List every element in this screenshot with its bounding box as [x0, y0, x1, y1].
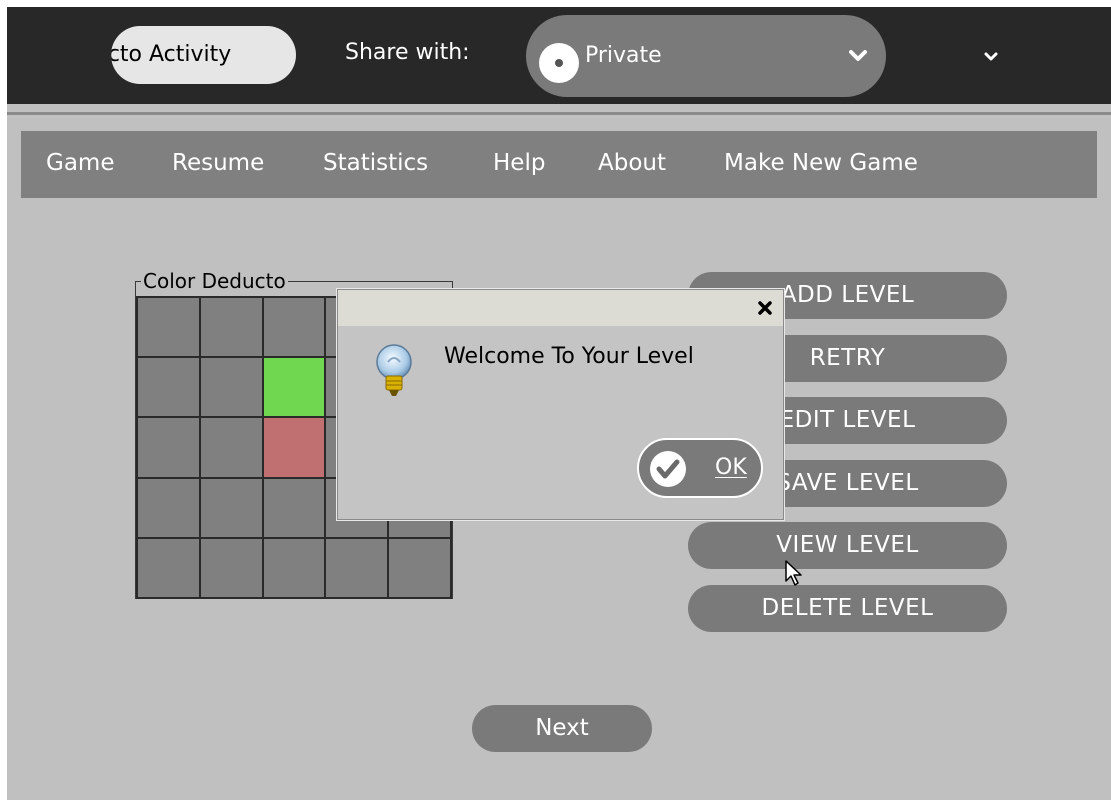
activity-toolbar: Color Deducto Activity Share with: Priva…	[7, 7, 1111, 104]
menu-bar: Game Resume Statistics Help About Make N…	[21, 131, 1097, 198]
share-with-dropdown[interactable]	[526, 15, 886, 97]
app-window: Color Deducto Activity Share with: Priva…	[7, 7, 1111, 800]
mouse-pointer-icon	[785, 560, 802, 586]
share-with-value: Private	[585, 43, 662, 68]
toolbar-divider	[7, 112, 1111, 115]
lightbulb-icon	[376, 344, 412, 396]
private-radio-icon	[539, 43, 579, 83]
activity-title-text: Color Deducto Activity	[111, 42, 232, 67]
grid-cell-green[interactable]	[263, 358, 325, 417]
share-with-label: Share with:	[345, 40, 470, 65]
grid-cell-gray[interactable]	[138, 478, 199, 537]
grid-cell-gray[interactable]	[263, 538, 325, 597]
game-board-title: Color Deducto	[141, 269, 288, 293]
grid-cell-gray[interactable]	[200, 298, 262, 357]
menu-game[interactable]: Game	[46, 150, 114, 176]
menu-resume[interactable]: Resume	[172, 150, 264, 176]
dialog-titlebar	[338, 290, 783, 326]
menu-make-new-game[interactable]: Make New Game	[724, 150, 918, 176]
checkmark-icon	[650, 451, 686, 487]
menu-statistics[interactable]: Statistics	[323, 150, 428, 176]
grid-cell-gray[interactable]	[138, 298, 199, 357]
ok-button-label: OK	[715, 455, 747, 480]
grid-cell-gray[interactable]	[138, 358, 199, 417]
menu-help[interactable]: Help	[493, 150, 545, 176]
grid-cell-gray[interactable]	[200, 358, 262, 417]
ok-button[interactable]: OK	[637, 438, 763, 498]
grid-cell-gray[interactable]	[200, 478, 262, 537]
grid-cell-gray[interactable]	[389, 538, 450, 597]
grid-cell-gray[interactable]	[200, 418, 262, 477]
grid-cell-gray[interactable]	[138, 418, 199, 477]
grid-cell-gray[interactable]	[138, 538, 199, 597]
grid-cell-gray[interactable]	[263, 478, 325, 537]
menu-about[interactable]: About	[598, 150, 666, 176]
activity-title-field[interactable]: Color Deducto Activity	[111, 26, 296, 84]
delete-level-button[interactable]: DELETE LEVEL	[688, 585, 1007, 632]
welcome-dialog: Welcome To Your Level OK	[337, 289, 784, 520]
view-level-button[interactable]: VIEW LEVEL	[688, 522, 1007, 569]
grid-cell-gray[interactable]	[263, 298, 325, 357]
grid-cell-red[interactable]	[263, 418, 325, 477]
toolbar-expand-chevron-icon[interactable]	[983, 51, 999, 63]
grid-cell-gray[interactable]	[326, 538, 388, 597]
dialog-message: Welcome To Your Level	[444, 344, 694, 369]
close-icon[interactable]	[757, 300, 773, 316]
grid-cell-gray[interactable]	[200, 538, 262, 597]
next-button[interactable]: Next	[472, 705, 652, 752]
chevron-down-icon[interactable]	[847, 45, 869, 67]
